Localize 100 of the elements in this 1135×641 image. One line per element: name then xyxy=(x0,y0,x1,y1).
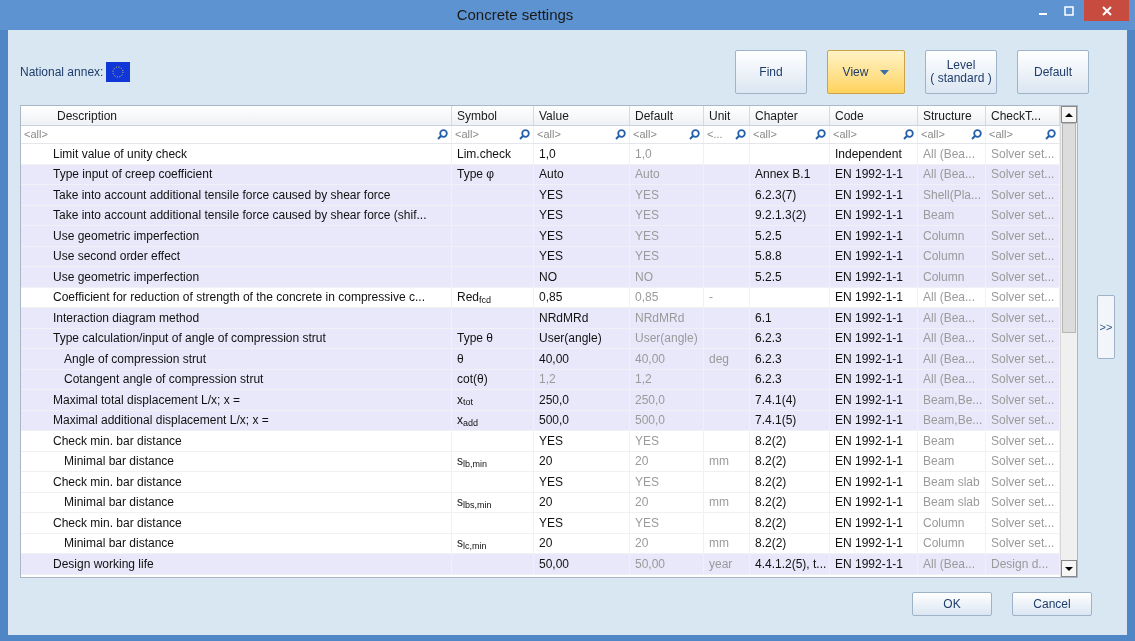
search-icon xyxy=(519,129,530,140)
filter-field[interactable]: <all> xyxy=(21,126,452,143)
table-cell: All (Bea... xyxy=(918,554,986,575)
scrollbar[interactable] xyxy=(1060,106,1077,577)
table-row[interactable]: Take into account additional tensile force caused by shear force (shif... YES YES 9.2.1.3(2) EN 1992-1-1 Beam Solver set... xyxy=(21,205,1060,226)
search-icon xyxy=(903,129,914,140)
table-cell: 6.1 xyxy=(750,308,830,329)
table-cell: 5.2.5 xyxy=(750,226,830,247)
up-arrow-icon xyxy=(1065,111,1073,118)
table-cell: All (Bea... xyxy=(918,308,986,329)
table-cell: 8.2(2) xyxy=(750,513,830,534)
table-cell: NRdMRd xyxy=(534,308,630,329)
table-row[interactable]: Type input of creep coefficient Type φ Auto Auto Annex B.1 EN 1992-1-1 All (Bea... Solver set... xyxy=(21,164,1060,185)
scrollbar-thumb[interactable] xyxy=(1062,123,1076,333)
filter-field[interactable]: <all> xyxy=(750,126,830,143)
table-cell: Column xyxy=(918,226,986,247)
table-row[interactable]: Minimal bar distance s$_{lb,min}$ 20 20 mm 8.2(2) EN 1992-1-1 Beam Solver set... xyxy=(21,451,1060,472)
filter-field[interactable]: <all> xyxy=(630,126,704,143)
table-cell: 6.2.3 xyxy=(750,349,830,370)
table-row[interactable]: Check min. bar distance YES YES 8.2(2) EN 1992-1-1 Column Solver set... xyxy=(21,513,1060,534)
table-cell: YES xyxy=(630,226,704,247)
table-cell: 50,00 xyxy=(630,554,704,575)
table-row[interactable]: Angle of compression strut θ 40,00 40,00 deg 6.2.3 EN 1992-1-1 All (Bea... Solver set... xyxy=(21,349,1060,370)
minimize-icon xyxy=(1039,12,1047,15)
table-cell: 8.2(2) xyxy=(750,431,830,452)
table-row[interactable]: Use geometric imperfection NO NO 5.2.5 EN 1992-1-1 Column Solver set... xyxy=(21,267,1060,288)
close-button[interactable] xyxy=(1084,0,1129,21)
table-row[interactable]: Take into account additional tensile force caused by shear force YES YES 6.2.3(7) EN 1992-1-1 Shell(Pla... Solver set... xyxy=(21,185,1060,206)
search-icon xyxy=(1045,129,1056,140)
table-cell: YES xyxy=(534,513,630,534)
table-cell: Shell(Pla... xyxy=(918,185,986,206)
column-header[interactable]: Structure xyxy=(918,106,986,125)
table-cell: 5.2.5 xyxy=(750,267,830,288)
column-header[interactable]: Value xyxy=(534,106,630,125)
table-cell: EN 1992-1-1 xyxy=(830,185,918,206)
table-cell: Design working life xyxy=(21,554,452,575)
table-cell: All (Bea... xyxy=(918,349,986,370)
toolbar-button[interactable]: Default xyxy=(1017,50,1089,94)
column-header[interactable]: Unit xyxy=(704,106,750,125)
column-header[interactable]: Description xyxy=(21,106,452,125)
table-row[interactable]: Limit value of unity check Lim.check 1,0 1,0 Independent All (Bea... Solver set... xyxy=(21,144,1060,165)
filter-field[interactable]: <all> xyxy=(918,126,986,143)
table-cell: NO xyxy=(630,267,704,288)
table-cell: Column xyxy=(918,513,986,534)
table-row[interactable]: Use geometric imperfection YES YES 5.2.5 EN 1992-1-1 Column Solver set... xyxy=(21,226,1060,247)
national-annex-label: National annex: xyxy=(20,64,104,81)
filter-field[interactable]: <all> xyxy=(830,126,918,143)
filter-field[interactable]: <all> xyxy=(534,126,630,143)
expand-button[interactable]: >> xyxy=(1097,295,1115,359)
column-header[interactable]: Code xyxy=(830,106,918,125)
table-cell: Check min. bar distance xyxy=(21,431,452,452)
table-row[interactable]: Coefficient for reduction of strength of the concrete in compressive c... Red$_{fcd}$ 0,85 0,85 - EN 1992-1-1 All (Bea... Solver set... xyxy=(21,287,1060,308)
table-cell: Independent xyxy=(830,144,918,165)
table-cell: EN 1992-1-1 xyxy=(830,226,918,247)
scroll-up-button[interactable] xyxy=(1061,106,1077,123)
table-cell: Interaction diagram method xyxy=(21,308,452,329)
table-cell: YES xyxy=(630,513,704,534)
table-cell: EN 1992-1-1 xyxy=(830,349,918,370)
view-dropdown-button[interactable]: View xyxy=(827,50,905,94)
table-row[interactable]: Design working life 50,00 50,00 year 4.4.1.2(5), t... EN 1992-1-1 All (Bea... Design d... xyxy=(21,554,1060,575)
column-header[interactable]: Symbol xyxy=(452,106,534,125)
column-header[interactable]: Default xyxy=(630,106,704,125)
maximize-icon xyxy=(1064,5,1074,16)
table-row[interactable]: Type calculation/input of angle of compression strut Type θ User(angle) User(angle) 6.2.3 EN 1992-1-1 All (Bea... Solver set... xyxy=(21,328,1060,349)
eu-flag-icon[interactable] xyxy=(106,62,131,82)
table-cell: EN 1992-1-1 xyxy=(830,308,918,329)
table-row[interactable]: Minimal bar distance s$_{lbs,min}$ 20 20 mm 8.2(2) EN 1992-1-1 Beam slab Solver set... xyxy=(21,492,1060,513)
table-row[interactable]: Minimal bar distance s$_{lc,min}$ 20 20 mm 8.2(2) EN 1992-1-1 Column Solver set... xyxy=(21,533,1060,554)
table-row[interactable]: Use second order effect YES YES 5.8.8 EN 1992-1-1 Column Solver set... xyxy=(21,246,1060,267)
table-row[interactable]: Maximal additional displacement L/x; x = x$_{add}$ 500,0 500,0 7.4.1(5) EN 1992-1-1 Beam,Be... Solver set... xyxy=(21,410,1060,431)
search-icon xyxy=(689,129,700,140)
table-row[interactable]: Maximal total displacement L/x; x = x$_{tot}$ 250,0 250,0 7.4.1(4) EN 1992-1-1 Beam,Be... Solver set... xyxy=(21,390,1060,411)
toolbar-button[interactable]: Level ( standard ) xyxy=(925,50,997,94)
toolbar-button[interactable]: Find xyxy=(735,50,807,94)
table-cell: NO xyxy=(534,267,630,288)
table-row[interactable]: Check min. bar distance YES YES 8.2(2) EN 1992-1-1 Beam slab Solver set... xyxy=(21,472,1060,493)
table-cell: EN 1992-1-1 xyxy=(830,390,918,411)
table-cell: YES xyxy=(534,431,630,452)
table-row[interactable]: Check min. bar distance YES YES 8.2(2) EN 1992-1-1 Beam Solver set... xyxy=(21,431,1060,452)
filter-field[interactable]: <... xyxy=(704,126,750,143)
table-cell: All (Bea... xyxy=(918,144,986,165)
table-cell: YES xyxy=(534,226,630,247)
table-cell: YES xyxy=(630,431,704,452)
table-cell: 4.4.1.2(5), t... xyxy=(750,554,830,575)
caret-icon xyxy=(880,69,890,75)
ok-button[interactable]: OK xyxy=(912,592,992,616)
filter-field[interactable]: <all> xyxy=(452,126,534,143)
table-cell: Angle of compression strut xyxy=(21,349,452,370)
table-cell: 40,00 xyxy=(630,349,704,370)
search-icon xyxy=(971,129,982,140)
close-icon xyxy=(1101,5,1112,16)
column-header[interactable]: Chapter xyxy=(750,106,830,125)
table-cell: EN 1992-1-1 xyxy=(830,472,918,493)
search-icon xyxy=(815,129,826,140)
table-row[interactable]: Interaction diagram method NRdMRd NRdMRd 6.1 EN 1992-1-1 All (Bea... Solver set... xyxy=(21,308,1060,329)
table-cell: 250,0 xyxy=(534,390,630,411)
scroll-down-button[interactable] xyxy=(1061,560,1077,577)
cancel-button[interactable]: Cancel xyxy=(1012,592,1092,616)
table-cell: Maximal total displacement L/x; x = xyxy=(21,390,452,411)
table-cell: year xyxy=(704,554,750,575)
